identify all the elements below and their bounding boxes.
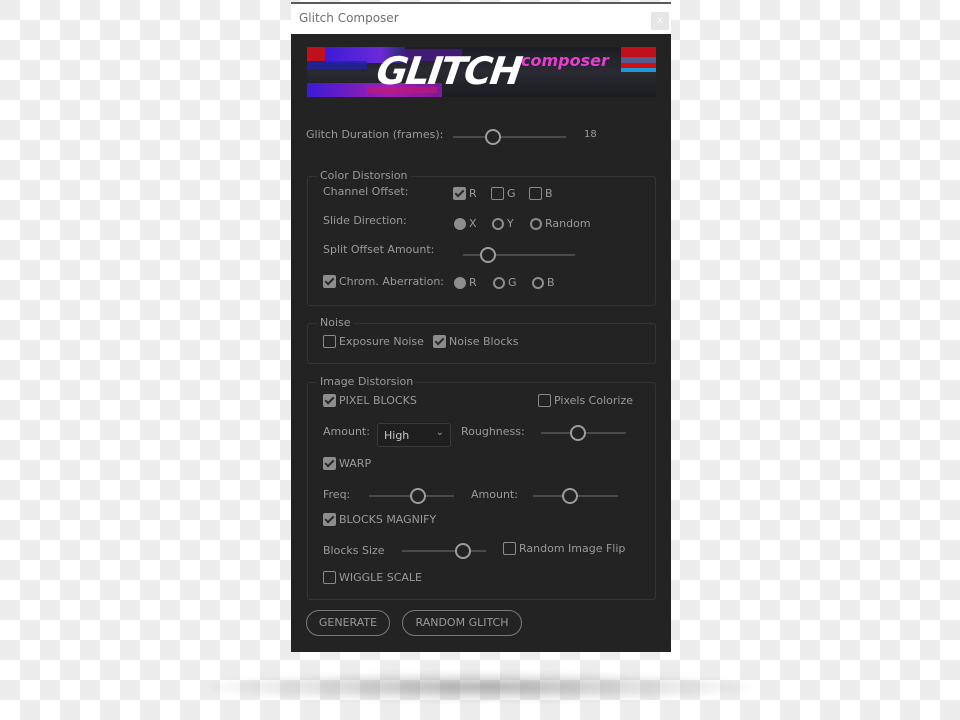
- radio-dot[interactable]: [532, 276, 544, 289]
- checkbox-box[interactable]: [491, 187, 504, 200]
- radio-label: G: [508, 276, 517, 289]
- image-distortion-title: Image Distorsion: [317, 375, 417, 388]
- checkbox-box[interactable]: [323, 335, 336, 348]
- window-title: Glitch Composer: [299, 11, 399, 25]
- chrom-aberration-g-radio[interactable]: G: [493, 276, 517, 289]
- noise-blocks-checkbox[interactable]: Noise Blocks: [433, 335, 519, 348]
- blocks-magnify-checkbox[interactable]: BLOCKS MAGNIFY: [323, 513, 436, 526]
- glitch-duration-slider[interactable]: [453, 129, 566, 145]
- roughness-slider[interactable]: [541, 425, 626, 441]
- roughness-label: Roughness:: [461, 425, 525, 438]
- close-button[interactable]: x: [651, 12, 669, 30]
- slide-direction-y-radio[interactable]: Y: [492, 217, 514, 230]
- channel-offset-b-checkbox[interactable]: B: [529, 187, 553, 200]
- checkbox-box[interactable]: [323, 571, 336, 584]
- amount-dropdown-value: High: [384, 429, 410, 442]
- radio-dot[interactable]: [493, 276, 505, 289]
- checkbox-label: Pixels Colorize: [554, 394, 633, 407]
- checkbox-label: WIGGLE SCALE: [339, 571, 423, 584]
- wiggle-scale-checkbox[interactable]: WIGGLE SCALE: [323, 571, 422, 584]
- channel-offset-r-checkbox[interactable]: R: [453, 187, 477, 200]
- warp-amount-label: Amount:: [471, 488, 518, 501]
- checkbox-label: G: [507, 187, 516, 200]
- radio-dot[interactable]: [530, 217, 542, 230]
- glitch-composer-banner: GLITCH composer: [307, 47, 656, 97]
- glitch-duration-label: Glitch Duration (frames):: [306, 128, 444, 141]
- checkbox-box[interactable]: [323, 394, 336, 407]
- blocks-size-label: Blocks Size: [323, 544, 385, 557]
- glitch-duration-value: 18: [584, 129, 597, 140]
- checkbox-box[interactable]: [323, 457, 336, 470]
- random-image-flip-checkbox[interactable]: Random Image Flip: [503, 542, 625, 555]
- split-offset-slider[interactable]: [463, 247, 575, 263]
- checkbox-box[interactable]: [529, 187, 542, 200]
- slider-thumb[interactable]: [569, 425, 586, 441]
- radio-label: Y: [507, 217, 514, 230]
- pixels-colorize-checkbox[interactable]: Pixels Colorize: [538, 394, 633, 407]
- checkbox-box[interactable]: [503, 542, 516, 555]
- checkbox-label: PIXEL BLOCKS: [339, 394, 417, 407]
- random-glitch-button[interactable]: RANDOM GLITCH: [402, 610, 522, 636]
- chevron-down-icon: ⌄: [435, 427, 444, 438]
- checkbox-label: WARP: [339, 457, 372, 470]
- slide-direction-x-radio[interactable]: X: [454, 217, 477, 230]
- checkbox-label: R: [469, 187, 477, 200]
- warp-amount-slider[interactable]: [533, 488, 618, 504]
- checkbox-box[interactable]: [538, 394, 551, 407]
- checkbox-box[interactable]: [323, 513, 336, 526]
- checkbox-box[interactable]: [433, 335, 446, 348]
- checkbox-box[interactable]: [453, 187, 466, 200]
- chrom-aberration-b-radio[interactable]: B: [532, 276, 555, 289]
- window-shadow: [210, 672, 750, 702]
- slider-track: [453, 136, 566, 138]
- pixel-blocks-checkbox[interactable]: PIXEL BLOCKS: [323, 394, 417, 407]
- radio-dot[interactable]: [454, 276, 466, 289]
- slide-direction-random-radio[interactable]: Random: [530, 217, 591, 230]
- slider-thumb[interactable]: [455, 543, 472, 559]
- channel-offset-g-checkbox[interactable]: G: [491, 187, 516, 200]
- slider-thumb[interactable]: [410, 488, 427, 504]
- glitch-composer-window: Glitch Composer x GLITCH composer Glitch…: [291, 2, 671, 652]
- slider-thumb[interactable]: [484, 129, 501, 145]
- blocks-size-slider[interactable]: [402, 543, 486, 559]
- color-distortion-title: Color Distorsion: [317, 169, 411, 182]
- title-bar: Glitch Composer x: [291, 2, 671, 34]
- composer-logo-text: composer: [521, 51, 609, 70]
- amount-dropdown[interactable]: High ⌄: [377, 423, 451, 447]
- slider-track: [402, 550, 486, 552]
- checkbox-label: Exposure Noise: [339, 335, 424, 348]
- glitch-logo-text: GLITCH: [373, 49, 524, 93]
- checkbox-label: B: [545, 187, 553, 200]
- chrom-aberration-r-radio[interactable]: R: [454, 276, 477, 289]
- radio-dot[interactable]: [492, 217, 504, 230]
- checkbox-label: Chrom. Aberration:: [339, 275, 445, 288]
- freq-label: Freq:: [323, 488, 351, 501]
- chrom-aberration-checkbox[interactable]: Chrom. Aberration:: [323, 275, 444, 288]
- slide-direction-label: Slide Direction:: [323, 214, 407, 227]
- checkbox-box[interactable]: [323, 275, 336, 288]
- channel-offset-label: Channel Offset:: [323, 185, 409, 198]
- amount-label: Amount:: [323, 425, 370, 438]
- warp-checkbox[interactable]: WARP: [323, 457, 371, 470]
- freq-slider[interactable]: [369, 488, 454, 504]
- slider-thumb[interactable]: [562, 488, 579, 504]
- checkbox-label: Noise Blocks: [449, 335, 519, 348]
- radio-label: X: [469, 217, 477, 230]
- generate-button[interactable]: GENERATE: [306, 610, 390, 636]
- radio-label: R: [469, 276, 477, 289]
- checkbox-label: BLOCKS MAGNIFY: [339, 513, 437, 526]
- radio-label: B: [547, 276, 555, 289]
- exposure-noise-checkbox[interactable]: Exposure Noise: [323, 335, 424, 348]
- split-offset-label: Split Offset Amount:: [323, 243, 435, 256]
- checkbox-label: Random Image Flip: [519, 542, 626, 555]
- noise-title: Noise: [317, 316, 354, 329]
- radio-dot[interactable]: [454, 217, 466, 230]
- radio-label: Random: [545, 217, 591, 230]
- slider-thumb[interactable]: [479, 247, 496, 263]
